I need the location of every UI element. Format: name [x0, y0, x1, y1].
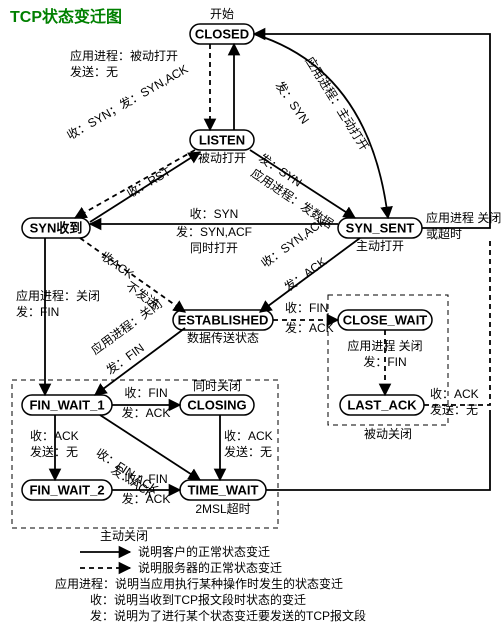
lbl-ss-close-2: 或超时	[426, 226, 462, 241]
svg-text:CLOSING: CLOSING	[187, 397, 246, 412]
state-fin-wait-1: FIN_WAIT_1	[22, 395, 112, 415]
lbl-cl-tw-1: 收：ACK	[224, 429, 273, 443]
state-listen: LISTEN 被动打开	[190, 130, 254, 165]
lbl-est-fw1-1: 应用进程：关闭	[88, 296, 165, 358]
est-note: 数据传送状态	[187, 330, 259, 345]
svg-text:FIN_WAIT_1: FIN_WAIT_1	[29, 397, 104, 412]
legend-solid: 说明客户的正常状态变迁	[138, 544, 270, 559]
synsent-note: 主动打开	[356, 239, 404, 253]
lbl-fw1-cl-1: 收：FIN	[124, 386, 167, 400]
state-closed: 开始 CLOSED	[190, 7, 254, 44]
lbl-fw1-fw2-2: 发送：无	[30, 444, 78, 459]
lbl-synrecv-listen: 收：RST	[125, 164, 174, 200]
lbl-fw1-fw2-1: 收：ACK	[30, 429, 79, 443]
state-syn-sent: SYN_SENT 主动打开	[338, 218, 422, 253]
edge-tw-closed	[266, 410, 490, 490]
legend-app: 应用进程：说明当应用执行某种操作时发生的状态变迁	[55, 576, 343, 591]
svg-text:LISTEN: LISTEN	[199, 132, 245, 147]
lbl-sr-fw1-1: 应用进程：关闭	[16, 288, 100, 303]
svg-text:LAST_ACK: LAST_ACK	[347, 397, 417, 412]
state-established: ESTABLISHED 数据传送状态	[173, 310, 273, 345]
legend: 说明客户的正常状态变迁 说明服务器的正常状态变迁 应用进程：说明当应用执行某种操…	[55, 544, 366, 623]
lbl-fw1-cl-2: 发：ACK	[122, 405, 171, 420]
lbl-la-1: 收：ACK	[430, 387, 479, 401]
lbl-ss-sr-2: 发：SYN,ACF	[176, 224, 252, 239]
edge-la-up	[424, 240, 490, 405]
state-fin-wait-2: FIN_WAIT_2	[22, 480, 112, 500]
lbl-fw2-tw-2: 发：ACK	[122, 491, 171, 506]
lbl-est-cw-2: 发：ACK	[285, 320, 334, 335]
start-label: 开始	[210, 7, 234, 21]
state-close-wait: CLOSE_WAIT	[338, 310, 432, 330]
legend-recv: 收：说明当收到TCP报文段时状态的变迁	[90, 592, 306, 607]
lbl-cw-la-1: 应用进程 关闭	[347, 338, 422, 353]
svg-text:SYN_SENT: SYN_SENT	[346, 220, 415, 235]
passive-close-label: 被动关闭	[364, 427, 412, 441]
lbl-ss-close-1: 应用进程 关闭	[426, 210, 501, 225]
lbl-ss-sr-1: 收：SYN	[190, 207, 239, 221]
legend-send: 发：说明为了进行某个状态变迁要发送的TCP报文段	[90, 608, 366, 623]
svg-text:CLOSE_WAIT: CLOSE_WAIT	[343, 312, 428, 327]
lbl-la-2: 发送：无	[430, 402, 478, 417]
state-closing: CLOSING 同时关闭	[180, 379, 254, 415]
closing-note: 同时关闭	[193, 379, 241, 393]
lbl-sr-est-1: 收ACK	[98, 249, 136, 282]
lbl-sr-fw1-2: 发：FIN	[16, 304, 59, 319]
state-last-ack: LAST_ACK	[340, 395, 424, 415]
listen-note: 被动打开	[198, 151, 246, 165]
legend-dash: 说明服务器的正常状态变迁	[138, 560, 282, 575]
tw-note: 2MSL超时	[195, 501, 250, 516]
state-syn-recv: SYN收到	[22, 218, 90, 238]
svg-text:FIN_WAIT_2: FIN_WAIT_2	[29, 482, 104, 497]
lbl-closed-synsent-1: 应用进程：主动打开	[302, 54, 372, 154]
state-time-wait: TIME_WAIT 2MSL超时	[180, 480, 266, 516]
lbl-ss-est-2: 发：ACK	[281, 254, 329, 295]
active-close-label: 主动关闭	[100, 529, 148, 543]
diagram-title: TCP状态变迁图	[10, 7, 122, 26]
lbl-cl-tw-2: 发送：无	[224, 444, 272, 459]
svg-text:SYN收到: SYN收到	[30, 220, 83, 235]
lbl-fw2-tw-1: 收：FIN	[124, 472, 167, 486]
lbl-est-cw-1: 收：FIN	[285, 301, 328, 315]
svg-text:ESTABLISHED: ESTABLISHED	[178, 312, 269, 327]
lbl-closed-listen-2: 发送：无	[70, 64, 118, 79]
lbl-cw-la-2: 发：FIN	[363, 354, 406, 369]
lbl-closed-synsent-2: 发：SYN	[273, 78, 313, 126]
svg-text:CLOSED: CLOSED	[195, 26, 249, 41]
lbl-closed-listen-1: 应用进程：被动打开	[70, 48, 178, 63]
lbl-ss-sr-3: 同时打开	[190, 241, 238, 255]
svg-text:TIME_WAIT: TIME_WAIT	[188, 482, 259, 497]
